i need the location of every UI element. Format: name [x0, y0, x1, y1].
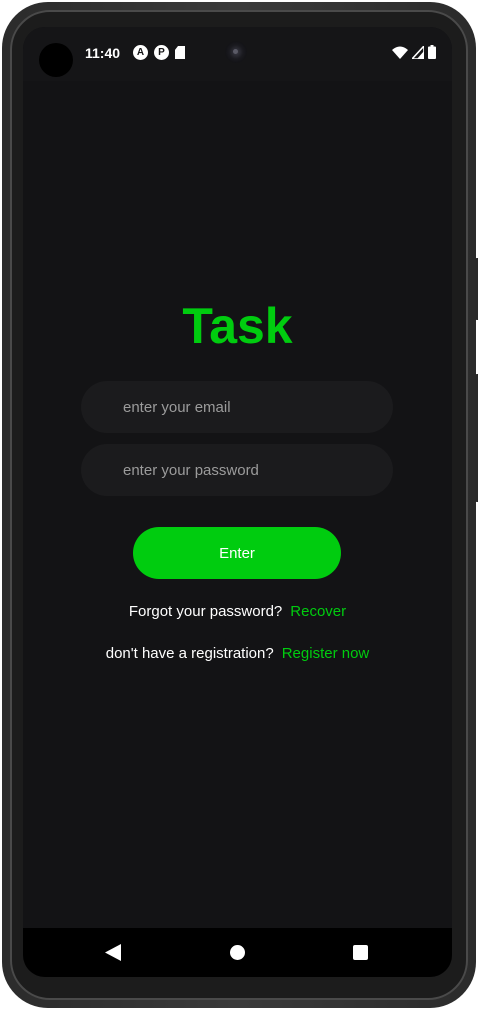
status-time: 11:40 [85, 45, 121, 61]
back-icon [105, 944, 121, 961]
register-now-link[interactable]: Register now [282, 645, 370, 662]
a-circle-icon: A [133, 45, 148, 60]
enter-button[interactable]: Enter [133, 527, 341, 579]
app-title: Task [182, 298, 293, 354]
back-button[interactable] [83, 928, 143, 977]
home-icon [229, 945, 245, 960]
front-camera [225, 41, 247, 63]
sd-card-icon [175, 46, 185, 59]
recents-icon [352, 945, 368, 960]
battery-icon [428, 45, 436, 59]
punch-hole-camera [39, 43, 73, 77]
recents-button[interactable] [330, 928, 390, 977]
notification-icons: A P [133, 45, 185, 60]
password-input[interactable] [81, 444, 393, 496]
register-row: don't have a registration? Register now [23, 645, 452, 662]
system-icons [392, 45, 436, 59]
register-text: don't have a registration? [105, 645, 274, 662]
forgot-password-row: Forgot your password? Recover [23, 603, 452, 620]
recover-link[interactable]: Recover [290, 603, 346, 620]
home-button[interactable] [207, 928, 267, 977]
p-circle-icon: P [154, 45, 169, 60]
signal-icon [412, 45, 424, 59]
status-bar: 11:40 A P [23, 27, 452, 81]
forgot-password-text: Forgot your password? [128, 603, 283, 620]
navigation-bar [23, 928, 452, 977]
wifi-icon [392, 46, 408, 59]
email-input[interactable] [81, 381, 393, 433]
screen: 11:40 A P Task Enter Forgot your passwor… [23, 27, 452, 977]
